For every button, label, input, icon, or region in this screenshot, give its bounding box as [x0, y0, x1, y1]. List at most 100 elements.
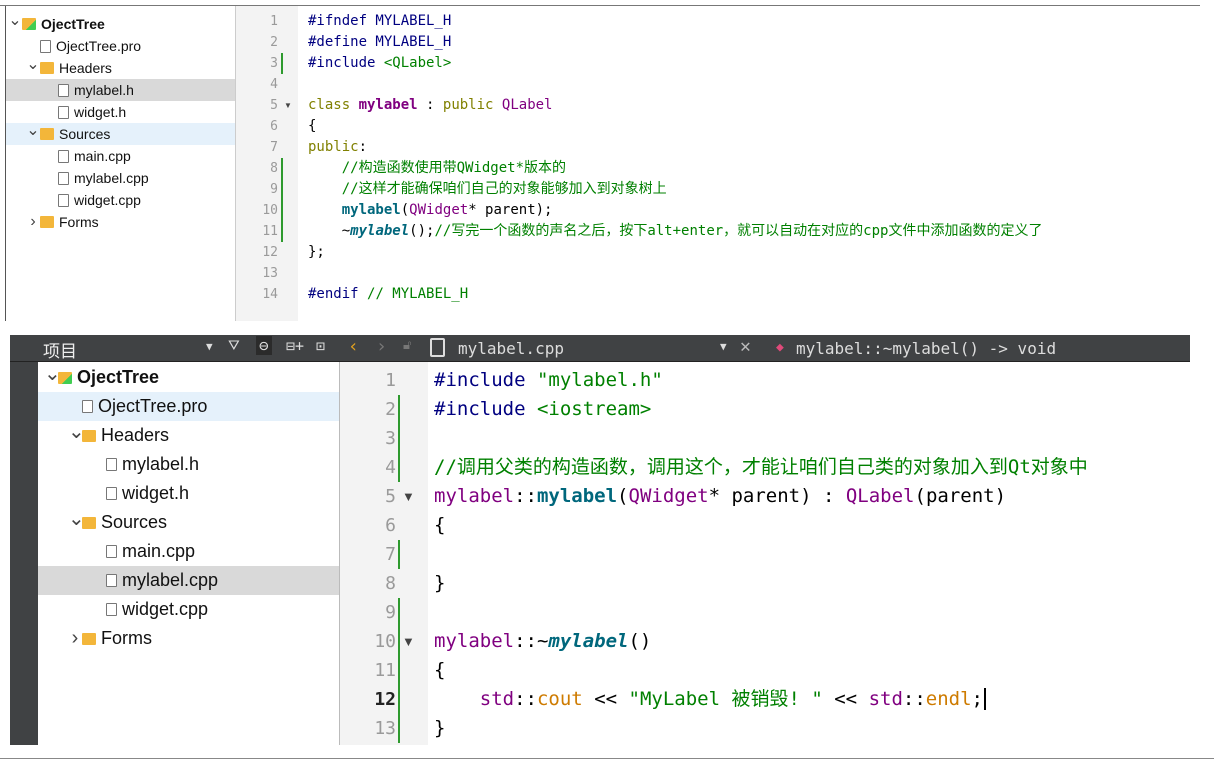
code-line[interactable]: #endif // MYLABEL_H: [308, 284, 468, 305]
folder-icon: [40, 216, 54, 228]
tree-item-widget-h[interactable]: widget.h: [38, 479, 339, 508]
code-token: (parent): [914, 485, 1007, 507]
file-icon: [106, 603, 117, 616]
code-line[interactable]: #include <QLabel>: [308, 53, 451, 74]
code-line[interactable]: mylabel(QWidget* parent);: [308, 200, 553, 221]
code-line[interactable]: //调用父类的构造函数，调用这个，才能让咱们自己类的对象加入到Qt对象中: [434, 453, 1088, 482]
line-number: 8: [270, 161, 278, 176]
chevron-down-icon[interactable]: ⌄: [68, 506, 85, 531]
tree-item-ojecttree-pro[interactable]: OjectTree.pro: [6, 35, 235, 57]
code-line[interactable]: #ifndef MYLABEL_H: [308, 11, 451, 32]
tree-item-mylabel-cpp[interactable]: mylabel.cpp: [38, 566, 339, 595]
tree-item-sources[interactable]: ⌄ Sources: [6, 120, 235, 145]
code-token: mylabel: [548, 630, 629, 652]
code-line[interactable]: std::cout << "MyLabel 被销毁! " << std::end…: [434, 685, 986, 714]
back-icon[interactable]: ‹: [348, 336, 359, 357]
tree-item-forms[interactable]: › Forms: [38, 624, 339, 653]
code-line[interactable]: {: [434, 511, 445, 540]
tree-item-main-cpp[interactable]: main.cpp: [38, 537, 339, 566]
code-line[interactable]: class mylabel : public QLabel: [308, 95, 552, 116]
chevron-right-icon[interactable]: ›: [26, 213, 40, 231]
line-number: 1: [385, 370, 396, 391]
fold-icon[interactable]: ▼: [402, 627, 415, 656]
code-token: * parent);: [468, 202, 553, 218]
file-icon: [58, 83, 69, 97]
toolbar: 项目 ▼ ⛛ ⊖ ⊟+ ⊡ ‹ › 🔓︎ mylabel.cpp ▼ ✕ ◆ m…: [10, 335, 1190, 362]
code-token: };: [308, 244, 325, 260]
line-number: 2: [385, 399, 396, 420]
code-token: mylabel: [350, 223, 410, 239]
tree-item-ojecttree[interactable]: ⌄ OjectTree: [38, 363, 339, 392]
tree-item-sources[interactable]: ⌄ Sources: [38, 508, 339, 537]
code-line[interactable]: ~mylabel();//写完一个函数的声名之后，按下alt+enter，就可以…: [308, 221, 1043, 242]
filter-icon[interactable]: ⛛: [228, 338, 240, 354]
code-token: #include: [434, 369, 537, 391]
line-number: 1: [270, 14, 278, 29]
fold-icon[interactable]: ▼: [402, 482, 415, 511]
tree-item-headers[interactable]: ⌄ Headers: [6, 54, 235, 79]
chevron-right-icon[interactable]: ›: [68, 627, 82, 650]
tree-item-ojecttree[interactable]: ⌄ OjectTree: [6, 10, 235, 35]
code-line[interactable]: #include <iostream>: [434, 395, 651, 424]
code-line[interactable]: mylabel::mylabel(QWidget* parent) : QLab…: [434, 482, 1006, 511]
tree-item-main-cpp[interactable]: main.cpp: [6, 145, 235, 167]
code-token: mylabel: [358, 97, 418, 113]
editor-bottom[interactable]: 1 #include "mylabel.h" 2 #include <iostream…: [340, 362, 1190, 745]
code-line[interactable]: //这样才能确保咱们自己的对象能够加入到对象树上: [308, 179, 667, 200]
chevron-down-icon[interactable]: ⌄: [68, 419, 85, 444]
tree-item-label: widget.h: [122, 483, 190, 503]
fold-icon[interactable]: ▼: [284, 95, 292, 116]
close-file-icon[interactable]: ✕: [740, 336, 751, 357]
link-icon[interactable]: ⊖: [256, 336, 272, 355]
split-icon[interactable]: ⊟+: [286, 337, 304, 355]
code-line[interactable]: }: [434, 569, 445, 598]
tree-item-headers[interactable]: ⌄ Headers: [38, 421, 339, 450]
tree-item-widget-cpp[interactable]: widget.cpp: [6, 189, 235, 211]
code-token: mylabel: [341, 202, 401, 218]
tree-item-widget-h[interactable]: widget.h: [6, 101, 235, 123]
code-token: mylabel: [536, 485, 618, 507]
chevron-down-icon[interactable]: ⌄: [26, 54, 40, 74]
code-token: {: [308, 118, 317, 134]
code-line[interactable]: {: [434, 656, 445, 685]
tree-item-forms[interactable]: › Forms: [6, 211, 235, 233]
file-name-selector[interactable]: mylabel.cpp: [458, 339, 564, 358]
code-line[interactable]: public:: [308, 137, 367, 158]
code-token: #ifndef MYLABEL_H: [308, 13, 452, 29]
file-dropdown-icon[interactable]: ▼: [720, 340, 727, 353]
tree-item-mylabel-h[interactable]: mylabel.h: [38, 450, 339, 479]
tree-item-mylabel-cpp[interactable]: mylabel.cpp: [6, 167, 235, 189]
tree-item-mylabel-h[interactable]: mylabel.h: [6, 79, 235, 101]
code-line[interactable]: #include "mylabel.h": [434, 366, 663, 395]
tree-item-label: widget.cpp: [74, 192, 141, 208]
code-line[interactable]: }: [434, 714, 445, 743]
project-folder-icon: [58, 371, 72, 384]
dropdown-icon[interactable]: ▼: [206, 340, 213, 353]
code-token: QLabel: [501, 97, 553, 113]
chevron-down-icon[interactable]: ⌄: [8, 10, 22, 30]
code-line[interactable]: #define MYLABEL_H: [308, 32, 451, 53]
code-line[interactable]: };: [308, 242, 325, 263]
chevron-down-icon[interactable]: ⌄: [44, 361, 61, 386]
tree-item-label: widget.cpp: [122, 599, 209, 619]
tree-item-ojecttree-pro[interactable]: OjectTree.pro: [38, 392, 339, 421]
editor-top[interactable]: 1 #ifndef MYLABEL_H 2 #define MYLABEL_H 3 #in…: [235, 6, 1200, 321]
code-token: (: [617, 485, 629, 507]
code-line[interactable]: mylabel::~mylabel(): [434, 627, 651, 656]
change-marker: [281, 158, 283, 242]
folder-icon: [82, 516, 96, 529]
code-token: <QLabel>: [383, 55, 452, 71]
close-panel-icon[interactable]: ⊡: [316, 337, 325, 355]
code-line[interactable]: {: [308, 116, 316, 137]
code-line[interactable]: //构造函数使用带QWidget*版本的: [308, 158, 566, 179]
tree-item-widget-cpp[interactable]: widget.cpp: [38, 595, 339, 624]
code-token: #include: [434, 398, 537, 420]
chevron-down-icon[interactable]: ⌄: [26, 120, 40, 140]
line-number: 13: [374, 718, 396, 739]
tree-item-label: OjectTree.pro: [56, 38, 142, 54]
code-token: endl: [925, 688, 972, 710]
code-token: :: [417, 97, 443, 113]
symbol-selector[interactable]: mylabel::~mylabel() -> void: [796, 339, 1056, 358]
forward-icon[interactable]: ›: [376, 336, 387, 357]
